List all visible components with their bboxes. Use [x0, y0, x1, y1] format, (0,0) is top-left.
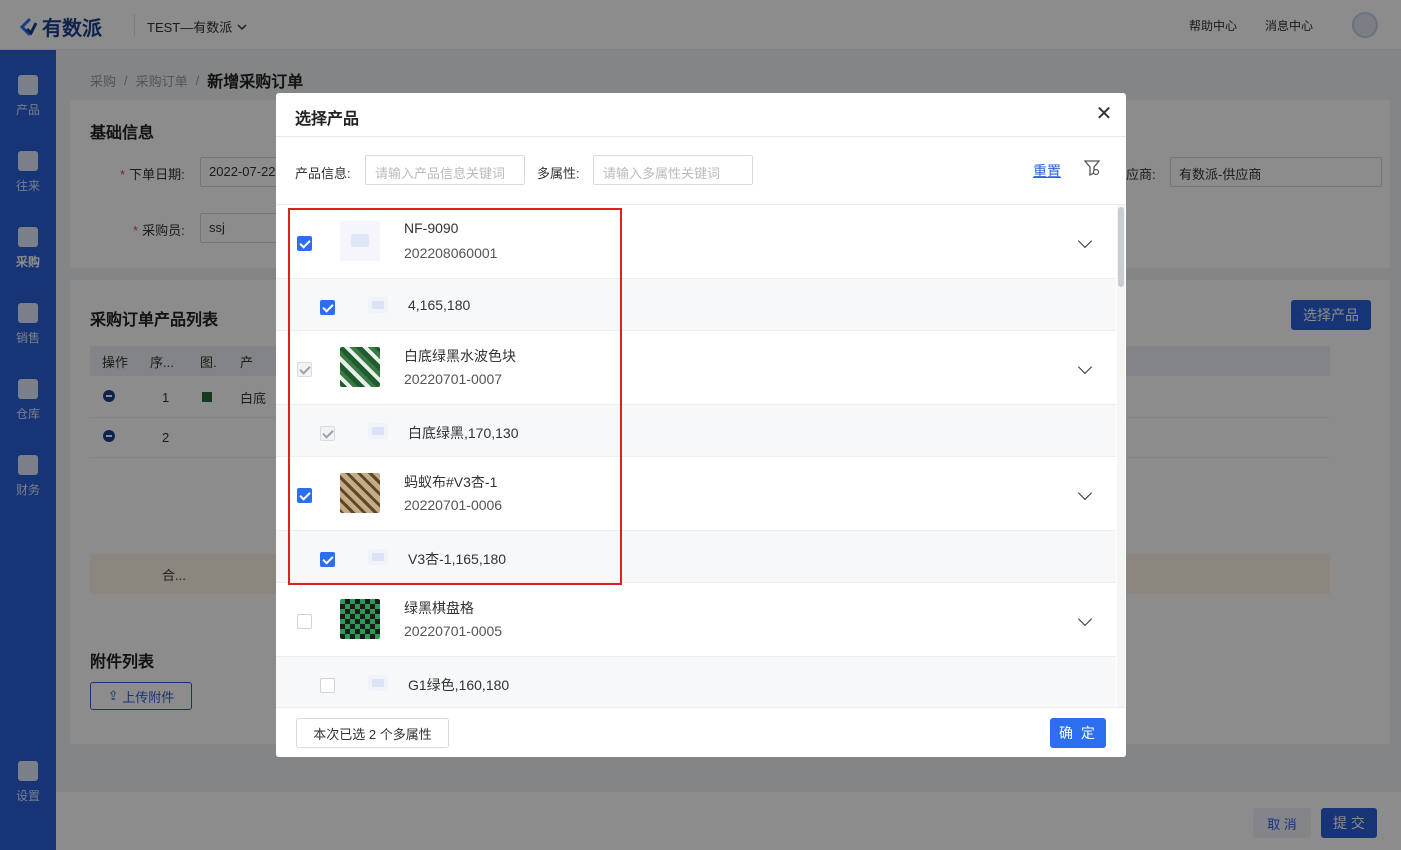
- item-checkbox[interactable]: [297, 236, 312, 251]
- chevron-down-icon[interactable]: [1077, 611, 1093, 627]
- list-item[interactable]: 白底绿黑水波色块 20220701-0007: [276, 331, 1116, 405]
- product-thumbnail: [340, 599, 380, 639]
- product-name: NF-9090: [404, 220, 459, 236]
- select-product-modal: 选择产品 ✕ 产品信息: 请输入产品信息关键词 多属性: 请输入多属性关键词 重…: [276, 93, 1126, 757]
- variant-name: 4,165,180: [408, 297, 471, 313]
- modal-title: 选择产品: [295, 111, 360, 128]
- product-code: 20220701-0007: [404, 371, 503, 387]
- variant-checkbox[interactable]: [320, 678, 335, 693]
- list-item[interactable]: 蚂蚁布#V3杏-1 20220701-0006: [276, 457, 1116, 531]
- variant-name: G1绿色,160,180: [408, 677, 510, 693]
- list-item-variant[interactable]: G1绿色,160,180: [276, 657, 1116, 707]
- confirm-button[interactable]: 确 定: [1050, 718, 1106, 748]
- product-list: NF-9090 202208060001 4,165,180 白底绿黑水波色块 …: [276, 205, 1126, 707]
- image-placeholder-icon: [368, 549, 388, 565]
- reset-link[interactable]: 重置: [1033, 161, 1061, 181]
- product-info-input[interactable]: 请输入产品信息关键词: [365, 155, 525, 185]
- image-placeholder-icon: [368, 423, 388, 439]
- product-code: 20220701-0005: [404, 623, 503, 639]
- modal-header: 选择产品 ✕: [276, 93, 1126, 137]
- product-info-label: 产品信息:: [295, 166, 351, 181]
- attribute-input[interactable]: 请输入多属性关键词: [593, 155, 753, 185]
- chevron-down-icon[interactable]: [1077, 485, 1093, 501]
- modal-footer: 本次已选 2 个多属性 确 定: [276, 707, 1126, 757]
- list-item[interactable]: NF-9090 202208060001: [276, 205, 1116, 279]
- list-item-variant[interactable]: 白底绿黑,170,130: [276, 405, 1116, 457]
- close-icon[interactable]: ✕: [1094, 104, 1114, 125]
- list-item-variant[interactable]: 4,165,180: [276, 279, 1116, 331]
- filter-bar: 产品信息: 请输入产品信息关键词 多属性: 请输入多属性关键词 重置: [276, 137, 1126, 205]
- item-checkbox[interactable]: [297, 488, 312, 503]
- image-placeholder-icon: [368, 297, 388, 313]
- variant-name: V3杏-1,165,180: [408, 551, 507, 567]
- product-thumbnail: [340, 347, 380, 387]
- item-checkbox: [297, 362, 312, 377]
- variant-checkbox[interactable]: [320, 552, 335, 567]
- product-name: 白底绿黑水波色块: [404, 348, 516, 364]
- image-placeholder-icon: [368, 675, 388, 691]
- list-item-variant[interactable]: V3杏-1,165,180: [276, 531, 1116, 583]
- chevron-down-icon[interactable]: [1077, 233, 1093, 249]
- scrollbar-thumb[interactable]: [1118, 207, 1124, 287]
- variant-name: 白底绿黑,170,130: [408, 425, 519, 441]
- chevron-down-icon[interactable]: [1077, 359, 1093, 375]
- product-code: 202208060001: [404, 245, 498, 261]
- product-code: 20220701-0006: [404, 497, 503, 513]
- product-name: 绿黑棋盘格: [404, 600, 474, 616]
- item-checkbox[interactable]: [297, 614, 312, 629]
- attribute-label: 多属性:: [537, 166, 580, 181]
- filter-icon[interactable]: [1084, 159, 1100, 177]
- product-name: 蚂蚁布#V3杏-1: [404, 474, 498, 490]
- list-item[interactable]: 绿黑棋盘格 20220701-0005: [276, 583, 1116, 657]
- image-placeholder-icon: [340, 221, 380, 261]
- selection-summary-button[interactable]: 本次已选 2 个多属性: [296, 718, 449, 748]
- product-thumbnail: [340, 473, 380, 513]
- variant-checkbox[interactable]: [320, 300, 335, 315]
- variant-checkbox: [320, 426, 335, 441]
